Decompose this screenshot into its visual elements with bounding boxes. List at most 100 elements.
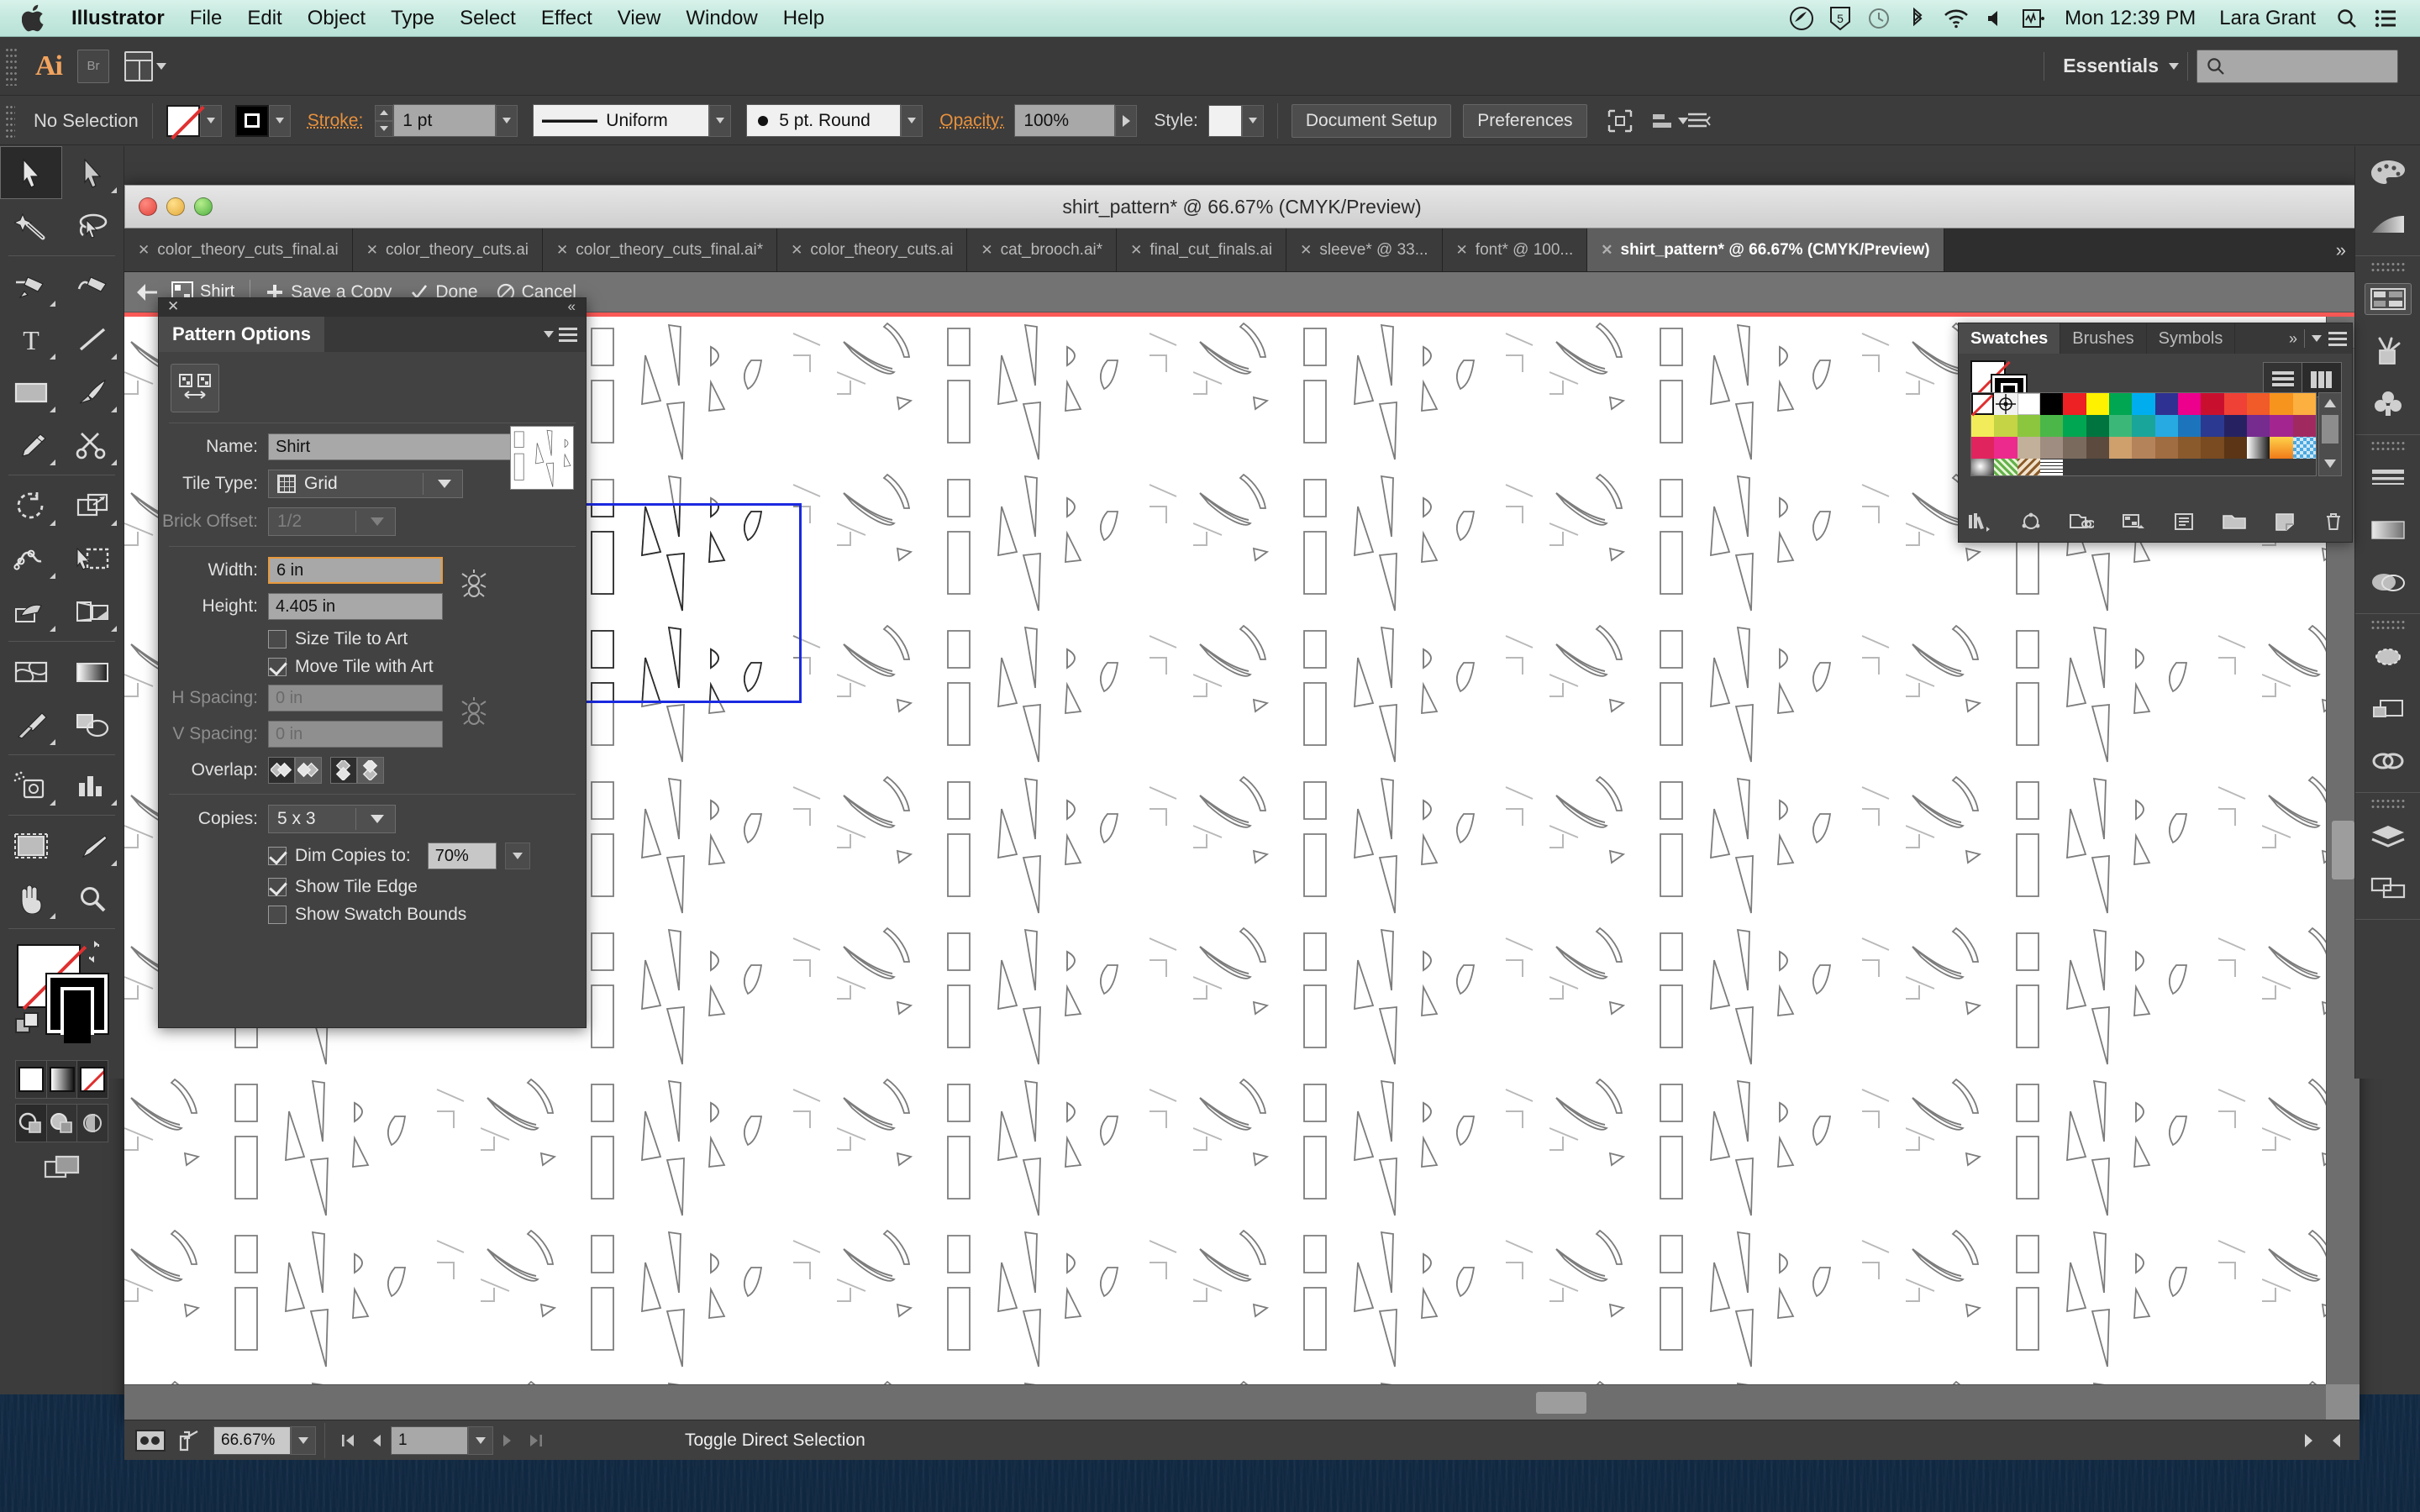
document-tab[interactable]: ✕ color_theory_cuts.ai — [777, 228, 968, 271]
pen-tool[interactable] — [0, 260, 62, 312]
arrange-documents-button[interactable] — [124, 50, 166, 81]
swatch-cell[interactable] — [2178, 437, 2202, 459]
color-panel-icon[interactable] — [2355, 146, 2420, 198]
menu-view[interactable]: View — [605, 0, 674, 37]
swatch-cell[interactable] — [2154, 393, 2178, 415]
tab-swatches[interactable]: Swatches — [1959, 323, 2061, 354]
swatch-cell[interactable] — [2223, 437, 2247, 459]
bridge-button[interactable]: Br — [77, 49, 109, 83]
scrollbar-thumb[interactable] — [2332, 821, 2354, 879]
transform-icon[interactable] — [1606, 108, 1634, 134]
swatch-cell[interactable] — [1994, 393, 2018, 415]
stepper-up-button[interactable] — [375, 104, 394, 121]
appearance-panel-icon[interactable] — [2355, 631, 2420, 683]
artboards-panel-icon[interactable] — [2355, 862, 2420, 914]
activity-icon[interactable] — [2014, 0, 2053, 37]
control-bar-grip[interactable] — [5, 103, 15, 138]
chevron-down-icon[interactable] — [544, 331, 554, 338]
opacity-label[interactable]: Opacity: — [939, 111, 1004, 131]
swatch-cell[interactable] — [2154, 437, 2178, 459]
close-icon[interactable]: ✕ — [981, 242, 992, 259]
color-mode-icon[interactable] — [16, 1061, 47, 1098]
swatch-cell[interactable] — [2270, 393, 2293, 415]
window-title-bar[interactable]: shirt_pattern* @ 66.67% (CMYK/Preview) — [124, 185, 2360, 228]
gradient-panel-icon[interactable] — [2355, 504, 2420, 556]
show-kinds-icon[interactable] — [2122, 512, 2147, 532]
mesh-tool[interactable] — [0, 645, 62, 698]
lasso-tool[interactable] — [62, 199, 124, 252]
symbol-sprayer-tool[interactable] — [0, 759, 62, 811]
swatch-cell[interactable] — [2132, 437, 2155, 459]
brushes-panel-icon[interactable] — [2355, 325, 2420, 377]
swatch-cell[interactable] — [1994, 415, 2018, 437]
close-icon[interactable]: ✕ — [791, 242, 802, 259]
menu-object[interactable]: Object — [295, 0, 378, 37]
swatch-cell[interactable] — [1971, 459, 1995, 475]
stroke-panel-icon[interactable] — [2355, 452, 2420, 504]
perspective-grid-tool[interactable] — [62, 585, 124, 638]
zoom-level-input[interactable]: 66.67% — [213, 1425, 291, 1455]
selection-tool[interactable] — [0, 146, 62, 199]
free-transform-tool[interactable] — [62, 532, 124, 585]
slice-tool[interactable] — [62, 819, 124, 872]
dim-copies-checkbox[interactable]: Dim Copies to: 70% — [268, 843, 586, 869]
app-bar-grip[interactable] — [5, 46, 18, 86]
stroke-profile-select[interactable]: Uniform — [533, 104, 710, 137]
overlap-left-in-front-icon[interactable] — [295, 757, 322, 784]
menubar-clock[interactable]: Mon 12:39 PM — [2053, 7, 2207, 30]
close-icon[interactable]: ✕ — [1456, 242, 1468, 259]
width-tool[interactable] — [0, 532, 62, 585]
dim-copies-dropdown[interactable] — [504, 843, 530, 869]
chevron-down-icon[interactable] — [2169, 62, 2179, 70]
show-swatch-bounds-checkbox[interactable]: Show Swatch Bounds — [268, 905, 586, 925]
grid-view-icon[interactable] — [2302, 363, 2341, 396]
swatch-cell[interactable] — [2178, 415, 2202, 437]
workspace-switcher-label[interactable]: Essentials — [2053, 55, 2169, 77]
close-icon[interactable]: ✕ — [1130, 242, 1142, 259]
swatch-cell[interactable] — [2201, 393, 2224, 415]
artboard-dropdown[interactable] — [468, 1425, 493, 1455]
document-setup-button[interactable]: Document Setup — [1291, 103, 1452, 138]
swatch-cell[interactable] — [2247, 415, 2270, 437]
document-tab[interactable]: ✕ color_theory_cuts.ai — [352, 228, 544, 271]
pencil-tool[interactable] — [0, 418, 62, 471]
tile-width-input[interactable]: 6 in — [268, 557, 443, 584]
color-group-icon[interactable] — [2020, 512, 2042, 532]
stroke-label[interactable]: Stroke: — [308, 111, 364, 131]
draw-normal-icon[interactable] — [16, 1105, 47, 1142]
layers-panel-icon[interactable] — [2355, 810, 2420, 862]
transparency-panel-icon[interactable] — [2355, 556, 2420, 608]
swatch-cell[interactable] — [2132, 415, 2155, 437]
first-artboard-icon[interactable] — [334, 1424, 362, 1457]
swatch-libraries-icon[interactable] — [1967, 512, 1992, 532]
dock-grip[interactable] — [2370, 619, 2405, 629]
overlap-bottom-in-front-icon[interactable] — [330, 757, 357, 784]
dock-grip[interactable] — [2370, 798, 2405, 808]
swatch-cell[interactable] — [2109, 437, 2133, 459]
swatch-cell[interactable] — [2017, 459, 2040, 475]
dock-grip[interactable] — [2370, 440, 2405, 450]
scale-tool[interactable] — [62, 479, 124, 532]
scroll-down-button[interactable] — [2319, 454, 2341, 474]
close-icon[interactable]: ✕ — [167, 298, 179, 315]
rotate-tool[interactable] — [0, 479, 62, 532]
chevron-down-icon[interactable] — [2312, 335, 2322, 342]
document-tab[interactable]: ✕ final_cut_finals.ai — [1117, 228, 1287, 271]
swatch-cell[interactable] — [2040, 437, 2064, 459]
menu-effect[interactable]: Effect — [529, 0, 605, 37]
dropbox-icon[interactable]: 5 — [1821, 0, 1860, 37]
stroke-dropdown-button[interactable] — [268, 104, 291, 137]
panel-title[interactable]: Pattern Options — [159, 317, 325, 352]
menu-file[interactable]: File — [177, 0, 235, 37]
new-swatch-icon[interactable] — [2274, 512, 2296, 532]
stepper-down-button[interactable] — [375, 120, 394, 137]
status-prev-icon[interactable] — [2323, 1424, 2351, 1457]
default-fill-stroke-icon[interactable] — [15, 1011, 44, 1038]
status-next-icon[interactable] — [2294, 1424, 2323, 1457]
menu-window[interactable]: Window — [673, 0, 770, 37]
swatch-grid[interactable] — [1970, 392, 2317, 476]
swatches-scrollbar[interactable] — [2318, 392, 2342, 476]
eyedropper-tool[interactable] — [0, 698, 62, 751]
change-screen-mode-icon[interactable] — [8, 1142, 115, 1193]
swatch-cell[interactable] — [2040, 459, 2064, 475]
